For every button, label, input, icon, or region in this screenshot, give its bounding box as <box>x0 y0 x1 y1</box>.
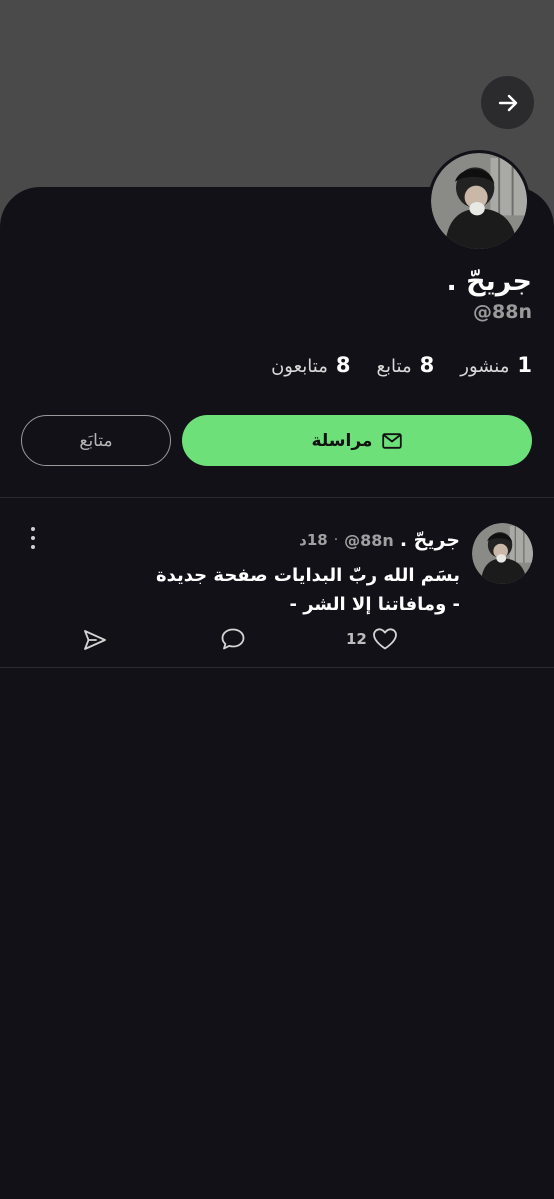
arrow-right-icon <box>498 94 517 111</box>
post-more-button[interactable] <box>24 527 42 549</box>
post-line: بسَم الله ربّ البدايات صفحة جديدة <box>155 565 460 586</box>
heart-icon <box>372 628 397 650</box>
like-button[interactable]: 12 <box>346 627 398 651</box>
message-button-label: مراسلة <box>311 430 373 451</box>
send-icon <box>84 630 106 650</box>
post-line: - ومافاتنا إلا الشر - <box>289 594 460 615</box>
more-vertical-icon <box>31 527 35 531</box>
stat-followers-value: 8 <box>335 353 351 377</box>
profile-name: جريحّ . <box>446 266 532 297</box>
comment-icon <box>221 628 245 650</box>
stat-followers-label: متابعون <box>271 356 328 377</box>
post-timestamp: 18د <box>299 531 328 549</box>
post-author-avatar[interactable] <box>472 523 533 584</box>
stat-posts-value: 1 <box>517 353 532 377</box>
profile-stats: 8 متابعون 8 متابع 1 منشور <box>271 350 532 380</box>
section-divider <box>0 497 554 498</box>
share-button[interactable] <box>83 629 107 651</box>
profile-sheet <box>0 187 554 1199</box>
post-divider <box>0 667 554 668</box>
profile-handle: @88n <box>473 301 532 323</box>
profile-photo <box>472 523 533 584</box>
post-author-handle: @88n <box>344 530 394 550</box>
mail-icon <box>382 432 403 449</box>
stat-followers[interactable]: 8 متابعون <box>271 353 350 377</box>
follow-button-label: متابَع <box>79 430 113 451</box>
stat-posts[interactable]: 1 منشور <box>460 353 532 377</box>
post-separator: · <box>333 532 339 548</box>
stat-following-value: 8 <box>419 353 435 377</box>
message-button[interactable]: مراسلة <box>182 415 532 466</box>
follow-button[interactable]: متابَع <box>21 415 171 466</box>
profile-photo <box>431 153 527 249</box>
stat-following[interactable]: 8 متابع <box>376 353 434 377</box>
post-author-name[interactable]: جريحّ . <box>400 529 460 551</box>
post-body: بسَم الله ربّ البدايات صفحة جديدة - وماف… <box>60 561 460 619</box>
comment-button[interactable] <box>220 627 246 651</box>
like-count: 12 <box>346 630 367 648</box>
stat-posts-label: منشور <box>460 356 510 377</box>
stat-following-label: متابع <box>376 356 412 377</box>
post-header: جريحّ . @88n · 18د <box>299 528 460 552</box>
back-button[interactable] <box>481 76 534 129</box>
profile-avatar[interactable] <box>428 150 530 252</box>
